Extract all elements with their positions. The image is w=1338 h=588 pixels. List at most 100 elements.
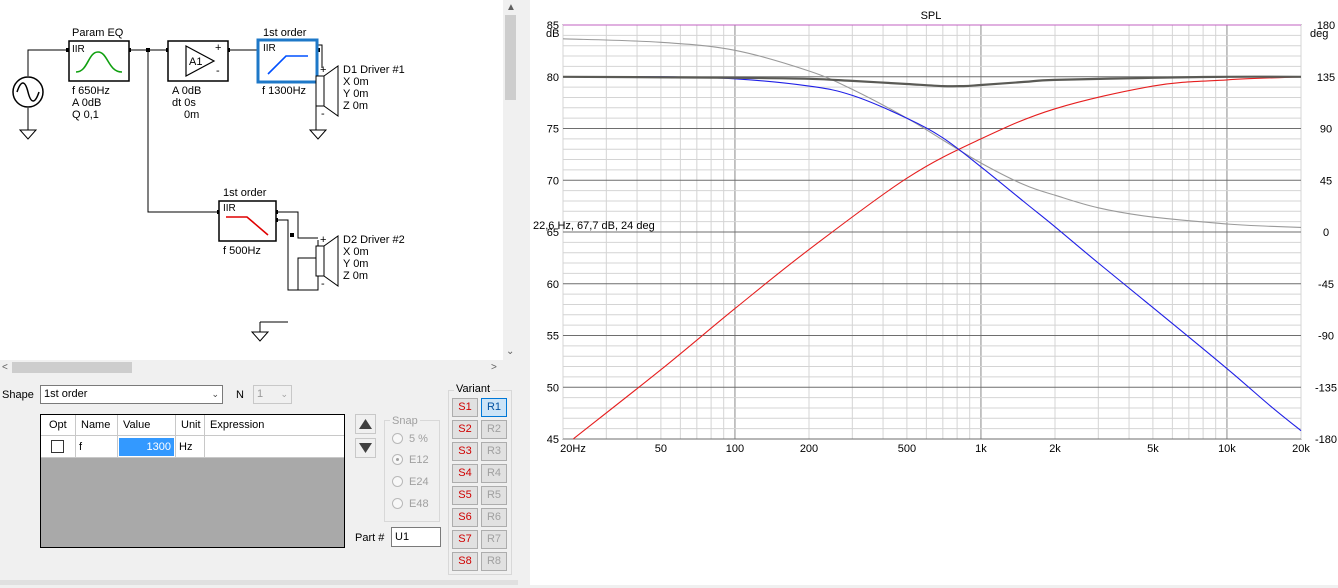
filter1-type: IIR	[263, 43, 276, 54]
amp-minus: -	[216, 65, 220, 77]
triangle-down-icon	[359, 443, 372, 453]
snap-option-e24-label: E24	[409, 476, 429, 488]
y-tick-label-5: 60	[547, 279, 559, 291]
driver1-y: Y 0m	[343, 88, 369, 100]
radio-e24[interactable]	[392, 476, 403, 487]
move-down-button[interactable]	[355, 438, 376, 458]
scroll-up-icon[interactable]: ▲	[506, 0, 516, 15]
variant-button-r7[interactable]: R7	[481, 530, 507, 549]
variant-button-s1[interactable]: S1	[452, 398, 478, 417]
order-label: N	[236, 389, 244, 401]
value-cell[interactable]: 1300	[118, 436, 176, 458]
driver2-y: Y 0m	[343, 258, 369, 270]
variant-button-r8[interactable]: R8	[481, 552, 507, 571]
chart-title: SPL	[921, 10, 942, 22]
col-header-unit[interactable]: Unit	[176, 415, 205, 436]
amp-gain: A 0dB	[172, 85, 202, 97]
opt-checkbox[interactable]	[51, 440, 64, 453]
y2-tick-label-1: 135	[1317, 72, 1335, 84]
variant-button-s5[interactable]: S5	[452, 486, 478, 505]
snap-option-5-label: 5 %	[409, 433, 428, 445]
y-tick-label-2: 75	[547, 124, 559, 136]
filter2-title: 1st order	[223, 187, 267, 199]
snap-option-e48-label: E48	[409, 498, 429, 510]
radio-e48[interactable]	[392, 498, 403, 509]
snap-option-e48[interactable]: E48	[392, 497, 437, 511]
variant-button-r4[interactable]: R4	[481, 464, 507, 483]
y2-tick-label-0: 180	[1317, 20, 1335, 32]
radio-e12[interactable]	[392, 454, 403, 465]
y2-tick-label-6: -90	[1318, 331, 1334, 343]
variant-button-s6[interactable]: S6	[452, 508, 478, 527]
driver2-x: X 0m	[343, 246, 369, 258]
driver1-x: X 0m	[343, 76, 369, 88]
snap-option-e12[interactable]: E12	[392, 453, 437, 467]
x-tick-label-7: 5k	[1147, 443, 1159, 455]
spl-graph-pane[interactable]: SPL dB deg 20Hz 50 100 200 500 1k 2k 5k 10k 20k 85…	[530, 0, 1338, 585]
value-cell-text[interactable]: 1300	[119, 438, 174, 456]
eq-gain: A 0dB	[72, 97, 102, 109]
x-tick-label-6: 2k	[1049, 443, 1061, 455]
name-cell: f	[76, 436, 118, 458]
y-tick-label-0: 85	[547, 20, 559, 32]
driver2-z: Z 0m	[343, 270, 369, 282]
snap-option-5[interactable]: 5 %	[392, 432, 437, 446]
amp-delay: dt 0s	[172, 97, 196, 109]
x-tick-label-4: 500	[898, 443, 916, 455]
vertical-scroll-thumb[interactable]	[505, 15, 516, 100]
variant-button-s4[interactable]: S4	[452, 464, 478, 483]
parameter-grid[interactable]: Opt Name Value Unit Expression f 1300 Hz	[40, 414, 345, 548]
variant-button-s3[interactable]: S3	[452, 442, 478, 461]
eq-type: IIR	[72, 44, 85, 55]
order-select[interactable]: 1 ⌄	[253, 385, 292, 404]
chevron-down-icon: ⌄	[211, 389, 219, 399]
driver1-speaker[interactable]	[316, 66, 340, 116]
x-tick-label-1: 50	[655, 443, 667, 455]
variant-button-r5[interactable]: R5	[481, 486, 507, 505]
y-tick-label-1: 80	[547, 72, 559, 84]
y-tick-label-6: 55	[547, 331, 559, 343]
splitter[interactable]	[518, 0, 530, 585]
col-header-name[interactable]: Name	[76, 415, 118, 436]
col-header-expression[interactable]: Expression	[205, 415, 344, 436]
variant-button-s2[interactable]: S2	[452, 420, 478, 439]
variant-button-r3[interactable]: R3	[481, 442, 507, 461]
scroll-left-icon[interactable]: <	[2, 360, 8, 375]
driver1-z: Z 0m	[343, 100, 369, 112]
scroll-right-icon[interactable]: >	[491, 360, 497, 375]
y-tick-label-7: 50	[547, 382, 559, 394]
variant-button-r6[interactable]: R6	[481, 508, 507, 527]
y2-tick-label-7: -135	[1315, 382, 1337, 394]
driver2-speaker[interactable]	[316, 236, 340, 286]
variant-button-s8[interactable]: S8	[452, 552, 478, 571]
x-tick-label-5: 1k	[975, 443, 987, 455]
opt-cell[interactable]	[41, 436, 76, 458]
variant-button-r1[interactable]: R1	[481, 398, 507, 417]
triangle-up-icon	[359, 419, 372, 429]
x-tick-label-8: 10k	[1218, 443, 1236, 455]
amp-name: A1	[189, 56, 203, 68]
shape-select[interactable]: 1st order ⌄	[40, 385, 223, 404]
spl-chart[interactable]: SPL dB deg 20Hz 50 100 200 500 1k 2k 5k 10k 20k85…	[530, 0, 1338, 585]
snap-option-e24[interactable]: E24	[392, 475, 437, 489]
radio-5[interactable]	[392, 433, 403, 444]
schematic-canvas[interactable]: Param EQ IIR f 650Hz A 0dB Q 0,1 A1 + - …	[0, 0, 503, 360]
expression-cell[interactable]	[205, 436, 344, 458]
y2-tick-label-4: 0	[1323, 227, 1329, 239]
amp-plus: +	[215, 42, 222, 54]
part-label: Part #	[355, 532, 385, 544]
filter1-freq: f 1300Hz	[262, 85, 307, 97]
part-input[interactable]: U1	[391, 527, 441, 547]
col-header-opt[interactable]: Opt	[41, 415, 76, 436]
col-header-value[interactable]: Value	[118, 415, 176, 436]
variant-label: Variant	[454, 383, 493, 395]
variant-button-r2[interactable]: R2	[481, 420, 507, 439]
amp-distance: 0m	[184, 109, 200, 121]
cursor-readout: 22,6 Hz, 67,7 dB, 24 deg	[533, 220, 655, 232]
signal-source-icon	[12, 76, 44, 108]
unit-cell: Hz	[176, 436, 205, 458]
horizontal-scroll-thumb[interactable]	[12, 362, 132, 373]
move-up-button[interactable]	[355, 414, 376, 434]
variant-button-s7[interactable]: S7	[452, 530, 478, 549]
scroll-down-icon[interactable]: ⌄	[506, 344, 514, 359]
